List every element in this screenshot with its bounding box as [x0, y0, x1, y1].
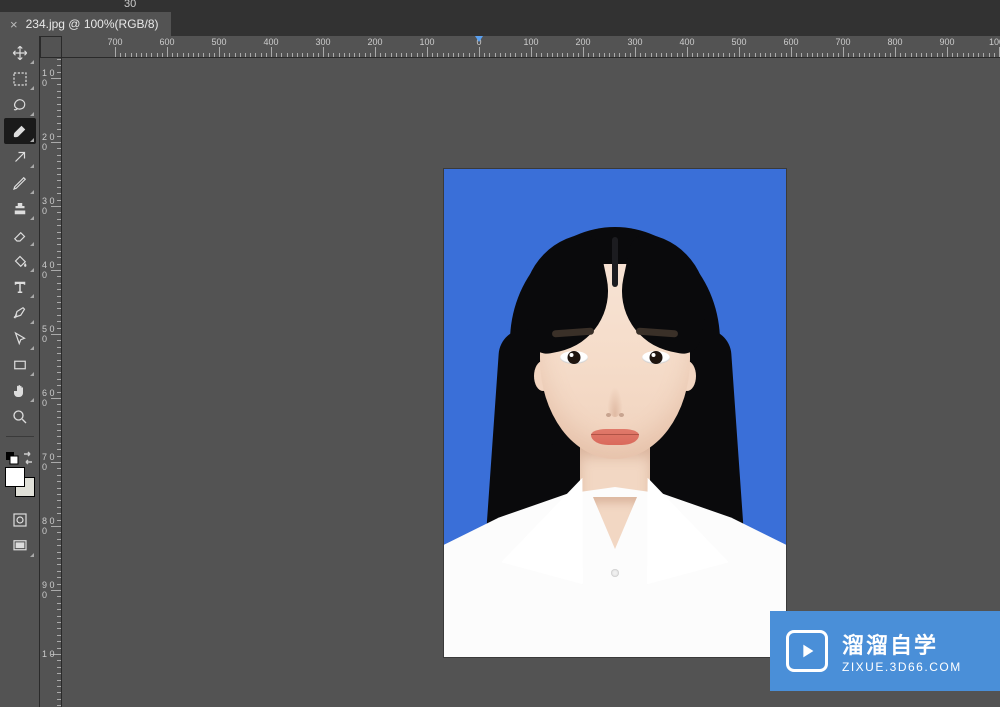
- document-tab-bar: × 234.jpg @ 100%(RGB/8): [0, 12, 1000, 36]
- path-selection-tool[interactable]: [4, 326, 36, 352]
- watermark-badge: 溜溜自学 ZIXUE.3D66.COM: [770, 611, 1000, 691]
- document-canvas[interactable]: [444, 169, 786, 657]
- options-bar: 30: [0, 0, 1000, 12]
- lasso-tool[interactable]: [4, 92, 36, 118]
- brush-tool[interactable]: [4, 118, 36, 144]
- quick-mask-tool[interactable]: [4, 507, 36, 533]
- tools-panel: [0, 36, 40, 707]
- eraser-tool[interactable]: [4, 222, 36, 248]
- ruler-horizontal[interactable]: 7006005004003002001000100200300400500600…: [62, 36, 1000, 58]
- paint-bucket-tool[interactable]: [4, 248, 36, 274]
- watermark-title: 溜溜自学: [842, 628, 962, 660]
- rectangle-tool[interactable]: [4, 352, 36, 378]
- play-icon: [786, 630, 828, 672]
- options-bar-value: 30: [124, 0, 136, 10]
- document-tab-label: 234.jpg @ 100%(RGB/8): [26, 17, 159, 31]
- pen-tool[interactable]: [4, 300, 36, 326]
- ruler-origin[interactable]: [40, 36, 62, 58]
- color-swatches[interactable]: [5, 467, 35, 497]
- watermark-url: ZIXUE.3D66.COM: [842, 660, 962, 674]
- pencil-tool[interactable]: [4, 170, 36, 196]
- zoom-tool[interactable]: [4, 404, 36, 430]
- type-tool[interactable]: [4, 274, 36, 300]
- healing-brush-tool[interactable]: [4, 144, 36, 170]
- marquee-tool[interactable]: [4, 66, 36, 92]
- move-tool[interactable]: [4, 40, 36, 66]
- screen-mode-tool[interactable]: [4, 533, 36, 559]
- ruler-vertical[interactable]: 01 0 02 0 03 0 04 0 05 0 06 0 07 0 08 0 …: [40, 58, 62, 707]
- swap-colors-icon[interactable]: [21, 451, 35, 465]
- document-tab[interactable]: × 234.jpg @ 100%(RGB/8): [0, 12, 171, 36]
- clone-stamp-tool[interactable]: [4, 196, 36, 222]
- hand-tool[interactable]: [4, 378, 36, 404]
- close-icon[interactable]: ×: [10, 17, 18, 32]
- portrait-photo: [444, 169, 786, 657]
- canvas-area[interactable]: [62, 58, 1000, 707]
- ruler-cursor-marker: [475, 36, 483, 42]
- foreground-color[interactable]: [5, 467, 25, 487]
- default-colors-icon[interactable]: [5, 451, 19, 465]
